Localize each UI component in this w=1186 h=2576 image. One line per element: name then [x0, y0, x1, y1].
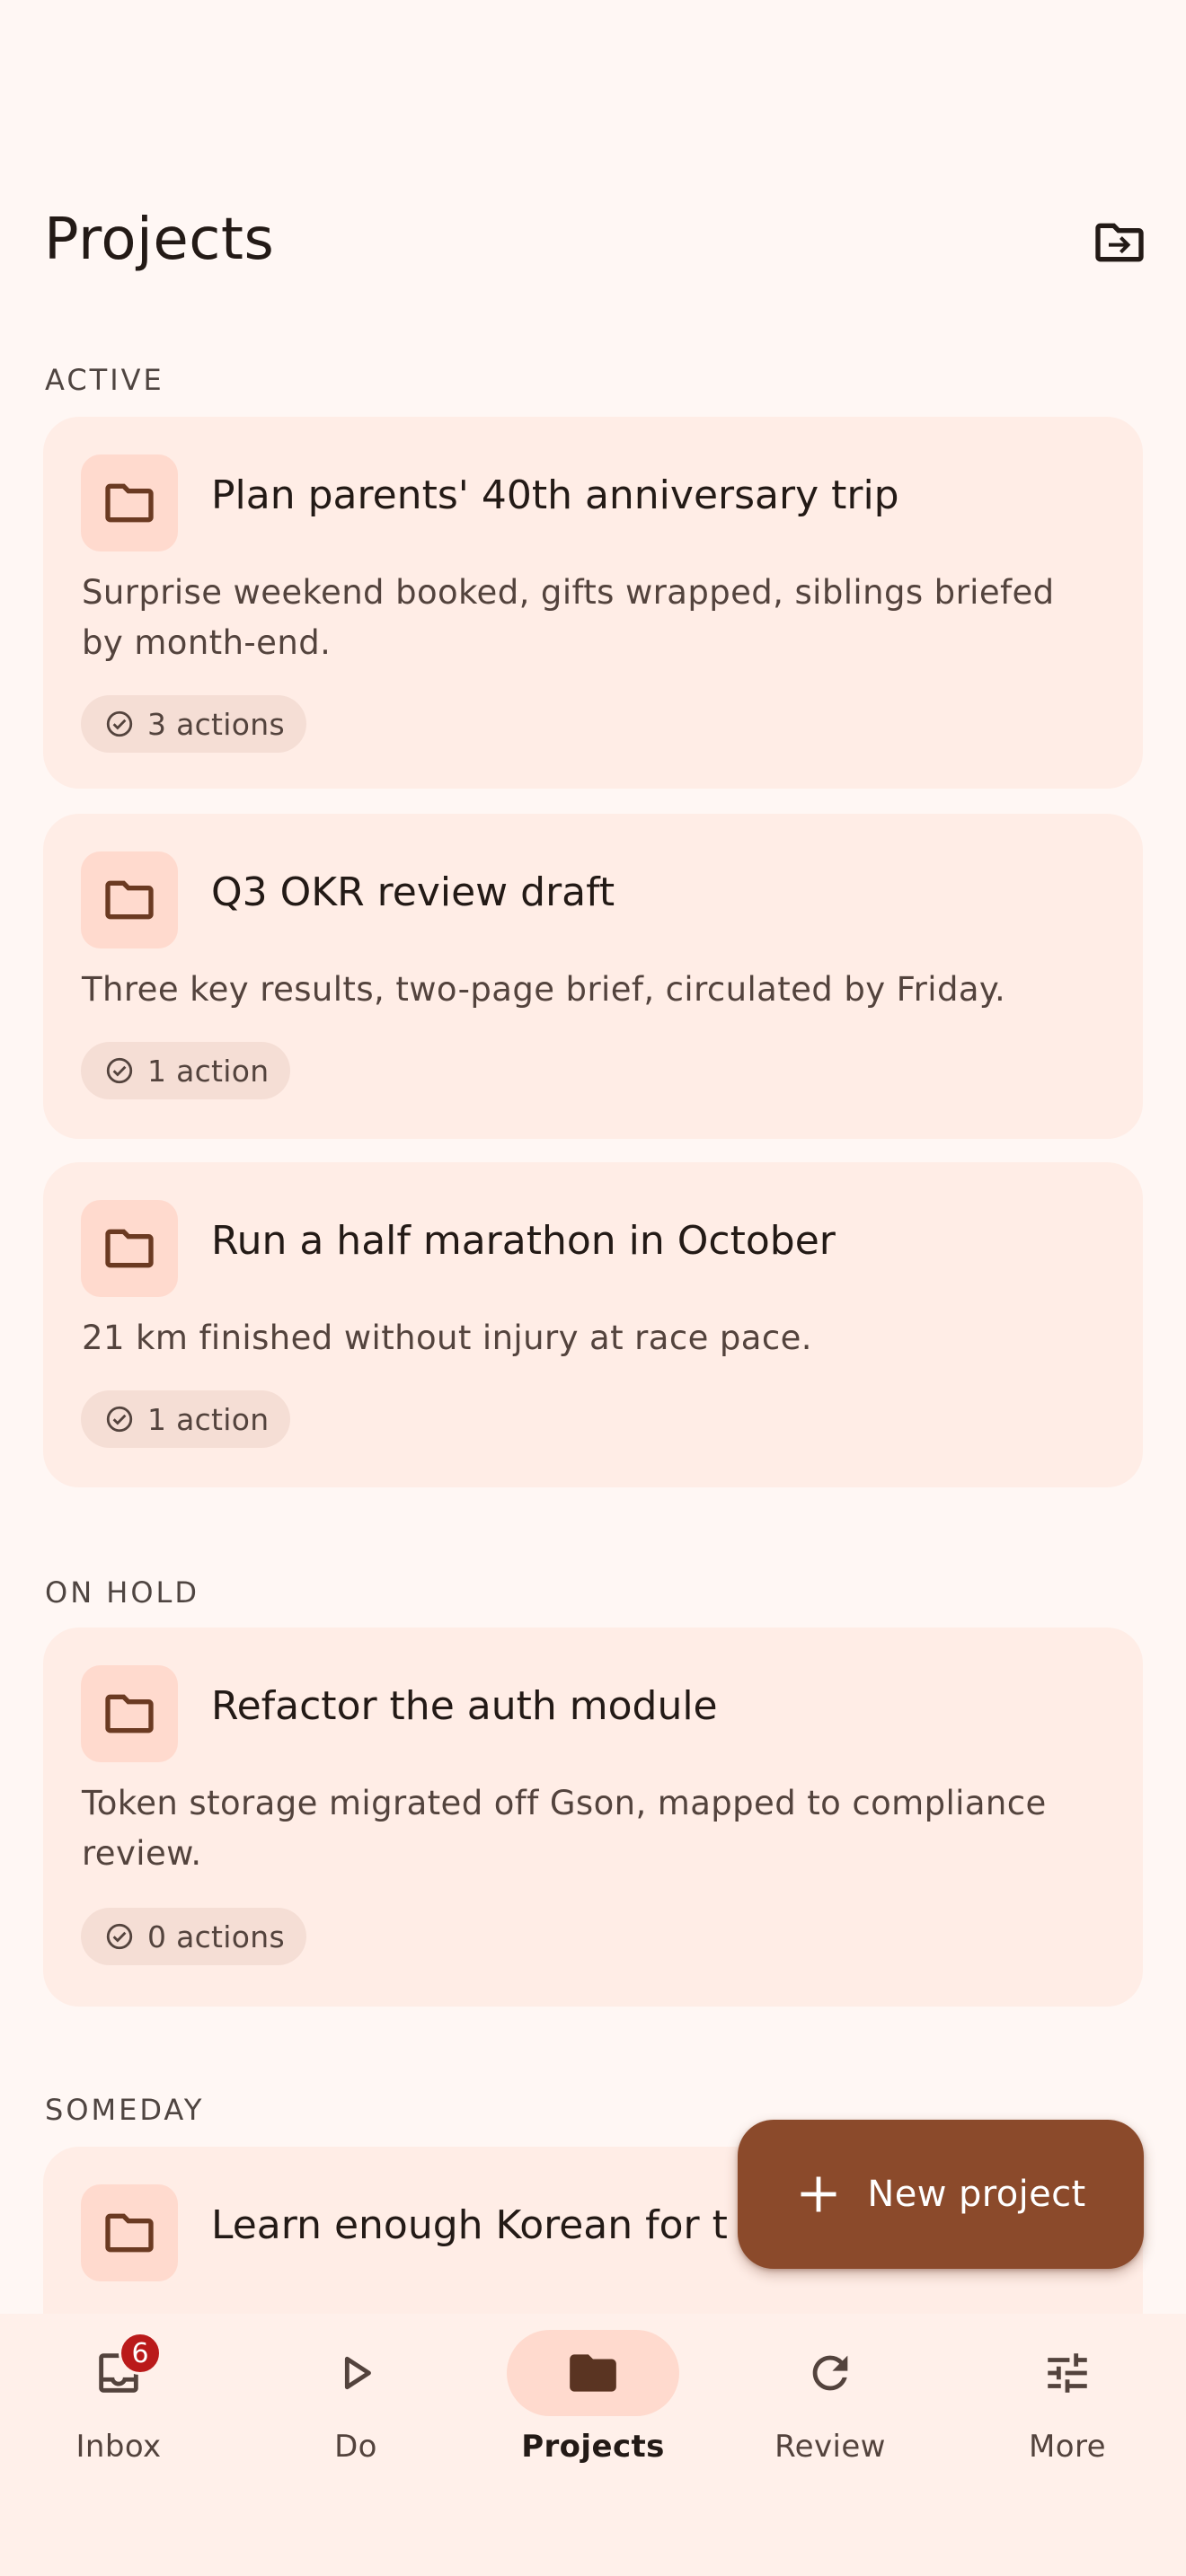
folder-icon	[570, 2354, 616, 2392]
top-app-bar: Projects	[0, 180, 1186, 305]
folder-outline-icon	[105, 880, 154, 920]
project-folder-tile	[81, 1665, 178, 1762]
nav-label: Inbox	[75, 2429, 162, 2465]
project-description: Surprise weekend booked, gifts wrapped, …	[82, 573, 1055, 662]
project-title: Q3 OKR review draft	[211, 869, 615, 915]
action-count-chip: 1 action	[81, 1042, 291, 1099]
folder-outline-icon	[105, 1229, 154, 1268]
check-circle-icon	[104, 709, 135, 739]
project-card[interactable]: Plan parents' 40th anniversary trip Surp…	[43, 417, 1143, 789]
refresh-icon	[812, 2355, 848, 2391]
section-header-on-hold: ON HOLD	[45, 1575, 200, 1610]
bottom-navigation: 6 Inbox Do Projects Review More	[0, 2314, 1186, 2576]
nav-item-inbox[interactable]: 6 Inbox	[0, 2314, 237, 2493]
nav-indicator	[744, 2330, 916, 2416]
page-title: Projects	[44, 207, 275, 273]
project-description: Token storage migrated off Gson, mapped …	[82, 1784, 1047, 1873]
new-project-button[interactable]: New project	[738, 2120, 1144, 2269]
project-card[interactable]: Run a half marathon in October 21 km fin…	[43, 1162, 1143, 1487]
action-count-chip: 3 actions	[81, 695, 306, 753]
project-description: Three key results, two-page brief, circu…	[82, 970, 1006, 1009]
folder-outline-icon	[105, 2213, 154, 2253]
nav-item-more[interactable]: More	[949, 2314, 1186, 2493]
project-title: Run a half marathon in October	[211, 1218, 836, 1264]
project-folder-tile	[81, 1200, 178, 1297]
nav-indicator	[507, 2330, 679, 2416]
project-card[interactable]: Refactor the auth module Token storage m…	[43, 1628, 1143, 2007]
check-circle-icon	[104, 1404, 135, 1434]
action-count-label: 1 action	[147, 1401, 270, 1437]
check-circle-icon	[104, 1055, 135, 1086]
action-count-label: 3 actions	[147, 706, 285, 742]
nav-label: Do	[334, 2429, 377, 2465]
nav-item-do[interactable]: Do	[237, 2314, 474, 2493]
nav-label: Projects	[521, 2429, 665, 2465]
project-folder-tile	[81, 851, 178, 948]
project-description: 21 km finished without injury at race pa…	[82, 1319, 812, 1357]
project-list: ACTIVE Plan parents' 40th anniversary tr…	[0, 341, 1186, 2314]
project-card[interactable]: Q3 OKR review draft Three key results, t…	[43, 814, 1143, 1139]
nav-indicator	[32, 2330, 205, 2416]
check-circle-icon	[104, 1921, 135, 1952]
move-to-folder-button[interactable]	[1076, 199, 1163, 286]
nav-item-review[interactable]: Review	[712, 2314, 949, 2493]
plus-icon	[801, 2176, 836, 2212]
nav-indicator	[270, 2330, 442, 2416]
section-header-someday: SOMEDAY	[45, 2093, 205, 2127]
action-count-chip: 0 actions	[81, 1908, 306, 1965]
new-project-label: New project	[867, 2174, 1086, 2215]
folder-outline-icon	[105, 483, 154, 523]
nav-item-projects[interactable]: Projects	[474, 2314, 712, 2493]
nav-indicator	[981, 2330, 1154, 2416]
inbox-badge: 6	[119, 2332, 162, 2375]
action-count-label: 0 actions	[147, 1919, 285, 1954]
folder-outline-icon	[105, 1694, 154, 1734]
project-folder-tile	[81, 2184, 178, 2281]
project-title: Refactor the auth module	[211, 1683, 718, 1729]
tune-icon	[1048, 2353, 1087, 2393]
section-header-active: ACTIVE	[45, 363, 164, 397]
nav-label: Review	[774, 2429, 886, 2465]
project-folder-tile	[81, 454, 178, 551]
action-count-chip: 1 action	[81, 1390, 291, 1448]
nav-label: More	[1029, 2429, 1106, 2465]
project-title: Plan parents' 40th anniversary trip	[211, 472, 899, 518]
projects-screen: Projects ACTIVE Plan parents' 40th anniv…	[0, 0, 1186, 2576]
play-icon	[344, 2356, 371, 2390]
folder-move-icon	[1095, 223, 1144, 262]
action-count-label: 1 action	[147, 1053, 270, 1089]
